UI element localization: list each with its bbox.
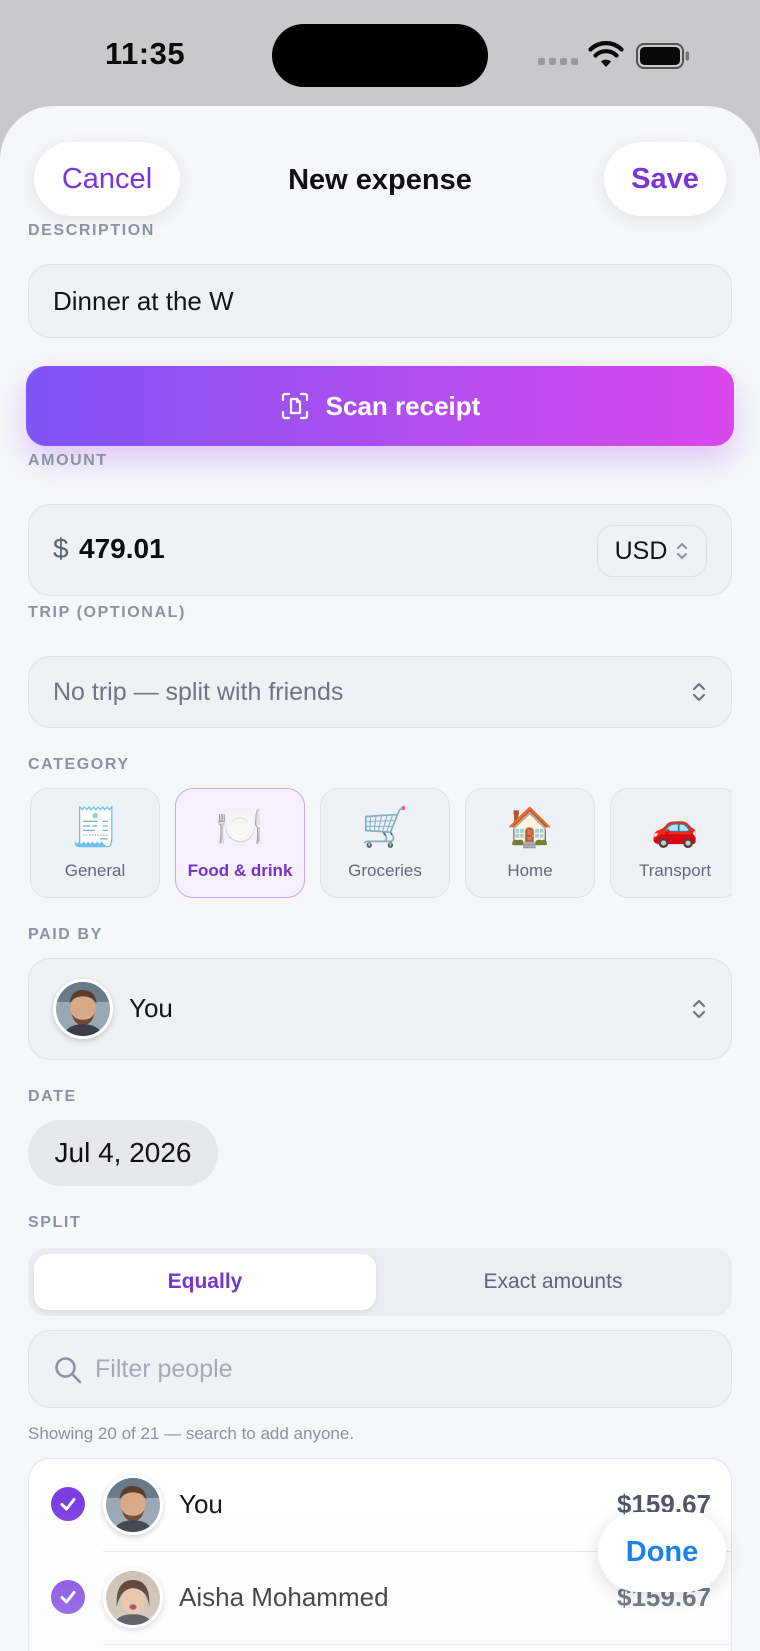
category-groceries[interactable]: 🛒 Groceries <box>320 788 450 898</box>
status-time: 11:35 <box>105 36 186 71</box>
amount-value: 479.01 <box>79 533 165 564</box>
avatar <box>103 1475 163 1535</box>
checkbox-checked[interactable] <box>51 1580 85 1614</box>
cellular-signal-icon <box>538 58 578 65</box>
scan-receipt-label: Scan receipt <box>325 390 481 421</box>
trip-picker[interactable]: No trip — split with friends <box>28 656 732 728</box>
description-value: Dinner at the W <box>53 285 234 316</box>
wifi-icon <box>588 41 624 67</box>
category-label-general: General <box>64 861 126 880</box>
avatar <box>53 979 113 1039</box>
battery-icon <box>636 43 689 69</box>
category-label: CATEGORY <box>28 756 130 773</box>
checkmark-icon <box>60 1498 76 1511</box>
done-button[interactable]: Done <box>598 1512 726 1592</box>
divider <box>103 1644 731 1645</box>
filter-placeholder: Filter people <box>95 1354 233 1383</box>
date-picker[interactable]: Jul 4, 2026 <box>28 1120 218 1186</box>
new-expense-sheet: Cancel New expense Save DESCRIPTION Dinn… <box>0 106 760 1651</box>
split-mode-segmented-control[interactable]: Equally Exact amounts <box>28 1248 732 1316</box>
avatar <box>103 1568 163 1628</box>
paid-by-picker[interactable]: You <box>28 958 732 1060</box>
house-icon: 🏠 <box>506 807 554 849</box>
status-bar: 11:35 <box>0 0 760 100</box>
checkbox-checked[interactable] <box>51 1487 85 1521</box>
currency-code: USD <box>614 536 668 565</box>
save-button[interactable]: Save <box>604 142 726 216</box>
currency-picker[interactable]: USD <box>597 525 707 577</box>
payer-name: You <box>129 993 173 1023</box>
split-equally-option[interactable]: Equally <box>34 1254 376 1310</box>
plate-icon: 🍽️ <box>216 807 264 849</box>
checkmark-icon <box>60 1591 76 1604</box>
trip-label: TRIP (OPTIONAL) <box>28 604 186 621</box>
filter-people-input[interactable]: Filter people <box>28 1330 732 1408</box>
category-home[interactable]: 🏠 Home <box>465 788 595 898</box>
search-icon <box>55 1357 82 1384</box>
chevron-up-down-icon <box>692 682 706 702</box>
category-label-food-drink: Food & drink <box>187 861 293 880</box>
showing-count-text: Showing 20 of 21 — search to add anyone. <box>28 1424 355 1443</box>
description-label: DESCRIPTION <box>28 222 155 239</box>
person-name: You <box>179 1489 223 1519</box>
chevron-up-down-icon <box>692 999 706 1019</box>
trip-value: No trip — split with friends <box>53 677 344 706</box>
split-label: SPLIT <box>28 1214 82 1231</box>
category-label-transport: Transport <box>638 861 712 880</box>
dynamic-island <box>272 24 488 87</box>
description-field[interactable]: Dinner at the W <box>28 264 732 338</box>
scan-receipt-button[interactable]: Scan receipt <box>26 366 734 446</box>
car-icon: 🚗 <box>651 807 699 849</box>
person-name: Aisha Mohammed <box>179 1582 389 1612</box>
receipt-icon: 🧾 <box>71 807 119 849</box>
amount-field[interactable]: $ 479.01 USD <box>28 504 732 596</box>
date-label: DATE <box>28 1088 77 1105</box>
category-label-home: Home <box>507 861 553 880</box>
paid-by-label: PAID BY <box>28 926 103 943</box>
category-general[interactable]: 🧾 General <box>30 788 160 898</box>
category-transport[interactable]: 🚗 Transport <box>610 788 732 898</box>
amount-label: AMOUNT <box>28 452 108 469</box>
currency-symbol: $ <box>53 533 69 564</box>
cart-icon: 🛒 <box>361 807 409 849</box>
split-exact-amounts-option[interactable]: Exact amounts <box>380 1254 726 1310</box>
chevron-up-down-icon <box>677 543 688 559</box>
category-label-groceries: Groceries <box>348 861 422 880</box>
scan-document-icon <box>281 392 308 420</box>
category-food-drink[interactable]: 🍽️ Food & drink <box>175 788 305 898</box>
category-carousel[interactable]: 🧾 General 🍽️ Food & drink 🛒 Groceries 🏠 … <box>30 788 732 900</box>
